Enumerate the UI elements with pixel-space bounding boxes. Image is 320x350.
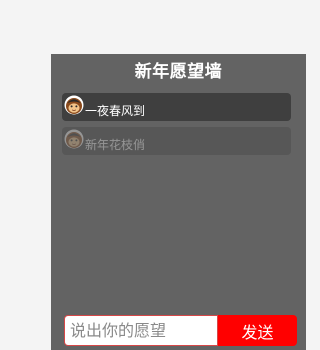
wish-wall-panel: 新年愿望墙 一夜春风到 新年花枝俏 发送 <box>51 54 306 350</box>
page-title: 新年愿望墙 <box>134 62 223 82</box>
wish-item: 一夜春风到 <box>62 93 291 121</box>
wish-item: 新年花枝俏 <box>62 127 291 155</box>
monkey-avatar-icon <box>64 129 84 149</box>
monkey-avatar-icon <box>64 95 84 115</box>
wish-text: 新年花枝俏 <box>85 138 146 152</box>
send-button[interactable]: 发送 <box>218 315 297 346</box>
wish-input[interactable] <box>64 315 218 346</box>
wish-composer: 发送 <box>64 315 297 346</box>
wish-text: 一夜春风到 <box>85 104 146 118</box>
